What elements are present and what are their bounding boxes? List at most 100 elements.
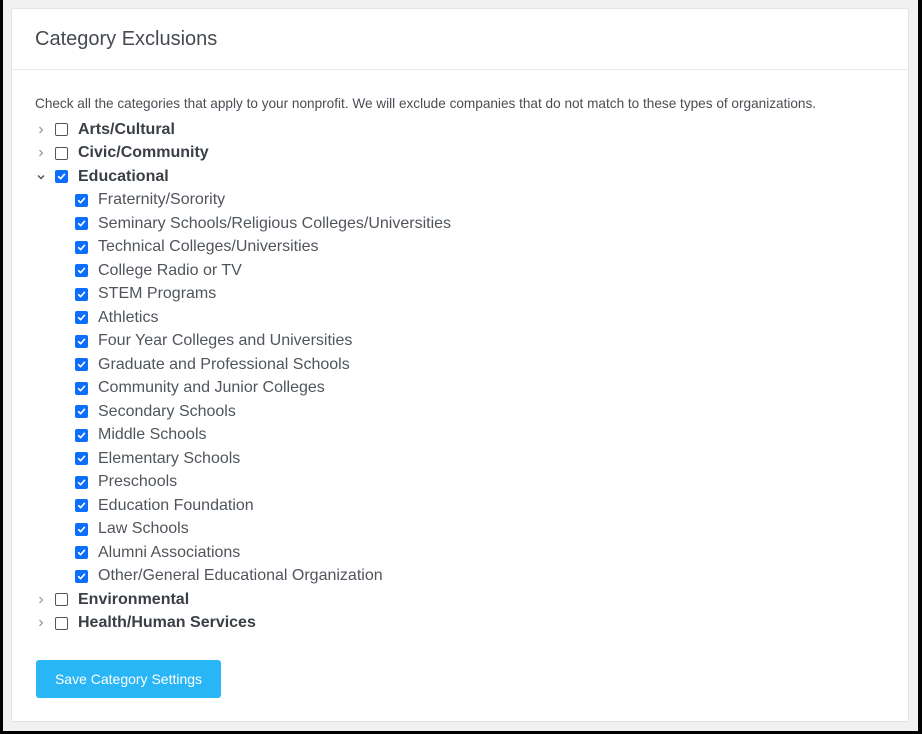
- expand-toggle-chevron-down-icon[interactable]: [31, 167, 51, 187]
- checkmark-icon: [77, 338, 86, 345]
- subcategory-label[interactable]: Law Schools: [98, 520, 189, 538]
- subcategory-checkbox[interactable]: [75, 546, 88, 560]
- save-category-settings-button[interactable]: Save Category Settings: [36, 660, 221, 698]
- subcategory-item: STEM Programs: [75, 283, 908, 307]
- subcategory-label[interactable]: Secondary Schools: [98, 403, 236, 421]
- checkmark-icon: [77, 502, 86, 509]
- category-tree: Arts/Cultural Civic/Community Educational F…: [35, 118, 908, 635]
- category-environmental: Environmental: [35, 588, 908, 612]
- subcategory-label[interactable]: Alumni Associations: [98, 544, 240, 562]
- subcategory-checkbox[interactable]: [75, 522, 88, 536]
- category-checkbox[interactable]: [55, 146, 68, 160]
- subcategory-label[interactable]: Middle Schools: [98, 426, 207, 444]
- page-title: Category Exclusions: [35, 27, 218, 50]
- subcategory-checkbox[interactable]: [75, 569, 88, 583]
- category-row: Arts/Cultural: [35, 118, 908, 142]
- category-label[interactable]: Civic/Community: [78, 144, 209, 162]
- subcategory-checkbox[interactable]: [75, 381, 88, 395]
- category-row: Health/Human Services: [35, 612, 908, 636]
- category-checkbox[interactable]: [55, 593, 68, 607]
- subcategory-checkbox[interactable]: [75, 499, 88, 513]
- subcategory-checkbox[interactable]: [75, 287, 88, 301]
- subcategory-item: Seminary Schools/Religious Colleges/Univ…: [75, 212, 908, 236]
- subcategory-item: Other/General Educational Organization: [75, 565, 908, 589]
- checkmark-icon: [77, 361, 86, 368]
- checkmark-icon: [77, 291, 86, 298]
- subcategory-label[interactable]: Graduate and Professional Schools: [98, 356, 350, 374]
- category-row: Environmental: [35, 588, 908, 612]
- card-header: Category Exclusions: [12, 9, 908, 70]
- checkmark-icon: [77, 244, 86, 251]
- subcategory-checkbox[interactable]: [75, 193, 88, 207]
- subcategory-item: Law Schools: [75, 518, 908, 542]
- category-exclusions-card: Category Exclusions Check all the catego…: [11, 8, 909, 722]
- subcategory-item: Community and Junior Colleges: [75, 377, 908, 401]
- instructions-text: Check all the categories that apply to y…: [35, 96, 817, 111]
- checkmark-icon: [57, 173, 66, 180]
- subcategory-checkbox[interactable]: [75, 452, 88, 466]
- category-row: Educational: [35, 165, 908, 189]
- subcategory-label[interactable]: Four Year Colleges and Universities: [98, 332, 352, 350]
- subcategory-checkbox[interactable]: [75, 358, 88, 372]
- subcategory-checkbox[interactable]: [75, 428, 88, 442]
- subcategory-checkbox[interactable]: [75, 405, 88, 419]
- expand-toggle-chevron-right-icon[interactable]: [31, 613, 51, 633]
- subcategory-label[interactable]: Athletics: [98, 309, 158, 327]
- subcategory-label[interactable]: Preschools: [98, 473, 177, 491]
- checkmark-icon: [77, 549, 86, 556]
- checkmark-icon: [77, 526, 86, 533]
- subcategory-checkbox[interactable]: [75, 334, 88, 348]
- category-label[interactable]: Arts/Cultural: [78, 121, 175, 139]
- page-frame: Category Exclusions Check all the catego…: [3, 0, 918, 731]
- category-label[interactable]: Health/Human Services: [78, 614, 256, 632]
- category-educational: Educational Fraternity/Sorority Seminary S…: [35, 165, 908, 588]
- subcategory-label[interactable]: STEM Programs: [98, 285, 216, 303]
- subcategory-label[interactable]: Seminary Schools/Religious Colleges/Univ…: [98, 215, 451, 233]
- subcategory-item: Technical Colleges/Universities: [75, 236, 908, 260]
- subcategory-label[interactable]: College Radio or TV: [98, 262, 242, 280]
- subcategory-label[interactable]: Other/General Educational Organization: [98, 567, 383, 585]
- card-body: Check all the categories that apply to y…: [12, 70, 908, 698]
- subcategory-item: College Radio or TV: [75, 259, 908, 283]
- subcategory-item: Secondary Schools: [75, 400, 908, 424]
- subcategory-checkbox[interactable]: [75, 264, 88, 278]
- subcategory-checkbox[interactable]: [75, 240, 88, 254]
- subcategory-item: Middle Schools: [75, 424, 908, 448]
- subcategory-label[interactable]: Fraternity/Sorority: [98, 191, 225, 209]
- subcategory-item: Four Year Colleges and Universities: [75, 330, 908, 354]
- category-checkbox[interactable]: [55, 170, 68, 184]
- subcategory-item: Fraternity/Sorority: [75, 189, 908, 213]
- checkmark-icon: [77, 220, 86, 227]
- subcategory-list: Fraternity/Sorority Seminary Schools/Reli…: [35, 189, 908, 589]
- subcategory-label[interactable]: Technical Colleges/Universities: [98, 238, 319, 256]
- checkmark-icon: [77, 455, 86, 462]
- checkmark-icon: [77, 267, 86, 274]
- subcategory-item: Athletics: [75, 306, 908, 330]
- category-label[interactable]: Educational: [78, 168, 169, 186]
- checkmark-icon: [77, 432, 86, 439]
- category-checkbox[interactable]: [55, 616, 68, 630]
- category-checkbox[interactable]: [55, 123, 68, 137]
- checkmark-icon: [77, 408, 86, 415]
- checkmark-icon: [77, 479, 86, 486]
- subcategory-item: Alumni Associations: [75, 541, 908, 565]
- checkmark-icon: [77, 197, 86, 204]
- checkmark-icon: [77, 573, 86, 580]
- subcategory-checkbox[interactable]: [75, 475, 88, 489]
- subcategory-label[interactable]: Community and Junior Colleges: [98, 379, 325, 397]
- expand-toggle-chevron-right-icon[interactable]: [31, 590, 51, 610]
- expand-toggle-chevron-right-icon[interactable]: [31, 143, 51, 163]
- expand-toggle-chevron-right-icon[interactable]: [31, 120, 51, 140]
- subcategory-item: Education Foundation: [75, 494, 908, 518]
- category-row: Civic/Community: [35, 142, 908, 166]
- subcategory-item: Elementary Schools: [75, 447, 908, 471]
- checkmark-icon: [77, 385, 86, 392]
- subcategory-label[interactable]: Education Foundation: [98, 497, 254, 515]
- category-health-human-services: Health/Human Services: [35, 612, 908, 636]
- subcategory-label[interactable]: Elementary Schools: [98, 450, 240, 468]
- subcategory-checkbox[interactable]: [75, 311, 88, 325]
- subcategory-checkbox[interactable]: [75, 217, 88, 231]
- subcategory-item: Preschools: [75, 471, 908, 495]
- checkmark-icon: [77, 314, 86, 321]
- category-label[interactable]: Environmental: [78, 591, 189, 609]
